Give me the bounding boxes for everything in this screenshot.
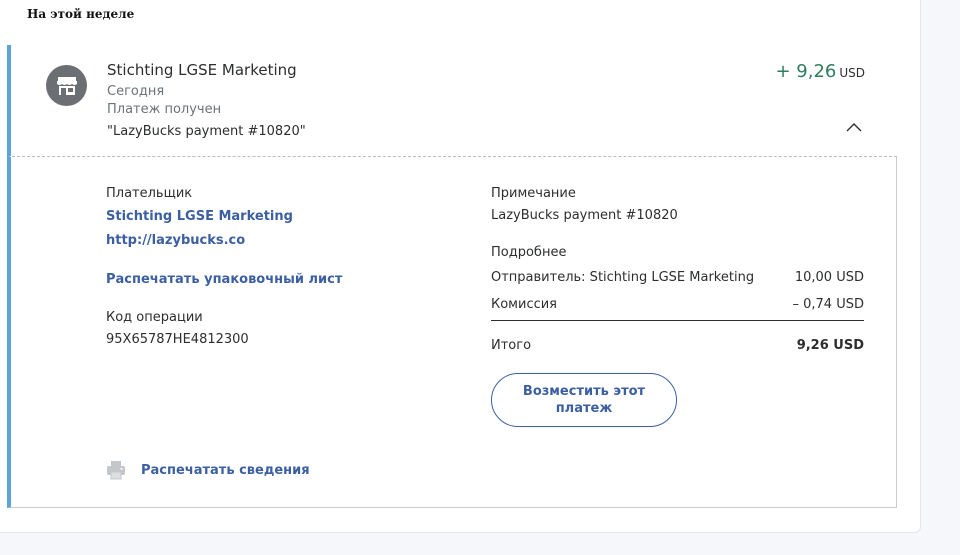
transaction-row[interactable]: Stichting LGSE Marketing Сегодня Платеж … <box>7 45 897 157</box>
payer-url-link[interactable]: http://lazybucks.co <box>106 233 245 248</box>
chevron-up-icon[interactable] <box>845 119 863 133</box>
transaction-amount: + 9,26 USD <box>775 61 865 82</box>
transaction-date: Сегодня <box>107 84 165 99</box>
amount-currency: USD <box>839 66 865 80</box>
fee-label: Комиссия <box>491 297 558 312</box>
printer-icon[interactable] <box>106 460 126 480</box>
payer-name-link[interactable]: Stichting LGSE Marketing <box>106 209 293 224</box>
section-heading: На этой неделе <box>27 7 135 21</box>
transaction-note: "LazyBucks payment #10820" <box>107 124 306 139</box>
print-details-link[interactable]: Распечатать сведения <box>141 463 310 478</box>
activity-card: На этой неделе Stichting LGSE Marketing … <box>0 0 921 533</box>
storefront-icon <box>46 65 87 106</box>
amount-value: + 9,26 <box>775 61 837 82</box>
transaction-details: Плательщик Stichting LGSE Marketing http… <box>7 157 897 508</box>
note-value: LazyBucks payment #10820 <box>491 208 678 223</box>
refund-button[interactable]: Возместить этот платеж <box>491 373 677 427</box>
payer-label: Плательщик <box>106 186 193 201</box>
fee-amount: – 0,74 USD <box>792 297 865 312</box>
note-label: Примечание <box>491 186 576 201</box>
total-amount: 9,26 USD <box>796 338 864 353</box>
transaction-id: 95X65787HE4812300 <box>106 332 249 347</box>
total-label: Итого <box>491 338 532 353</box>
merchant-name: Stichting LGSE Marketing <box>107 61 297 79</box>
total-divider <box>491 320 864 321</box>
sender-amount: 10,00 USD <box>794 270 864 285</box>
print-packing-slip-link[interactable]: Распечатать упаковочный лист <box>106 272 342 287</box>
more-label: Подробнее <box>491 245 567 260</box>
sender-label: Отправитель: Stichting LGSE Marketing <box>491 270 755 285</box>
transaction-id-label: Код операции <box>106 310 203 325</box>
transaction-status: Платеж получен <box>107 102 222 117</box>
